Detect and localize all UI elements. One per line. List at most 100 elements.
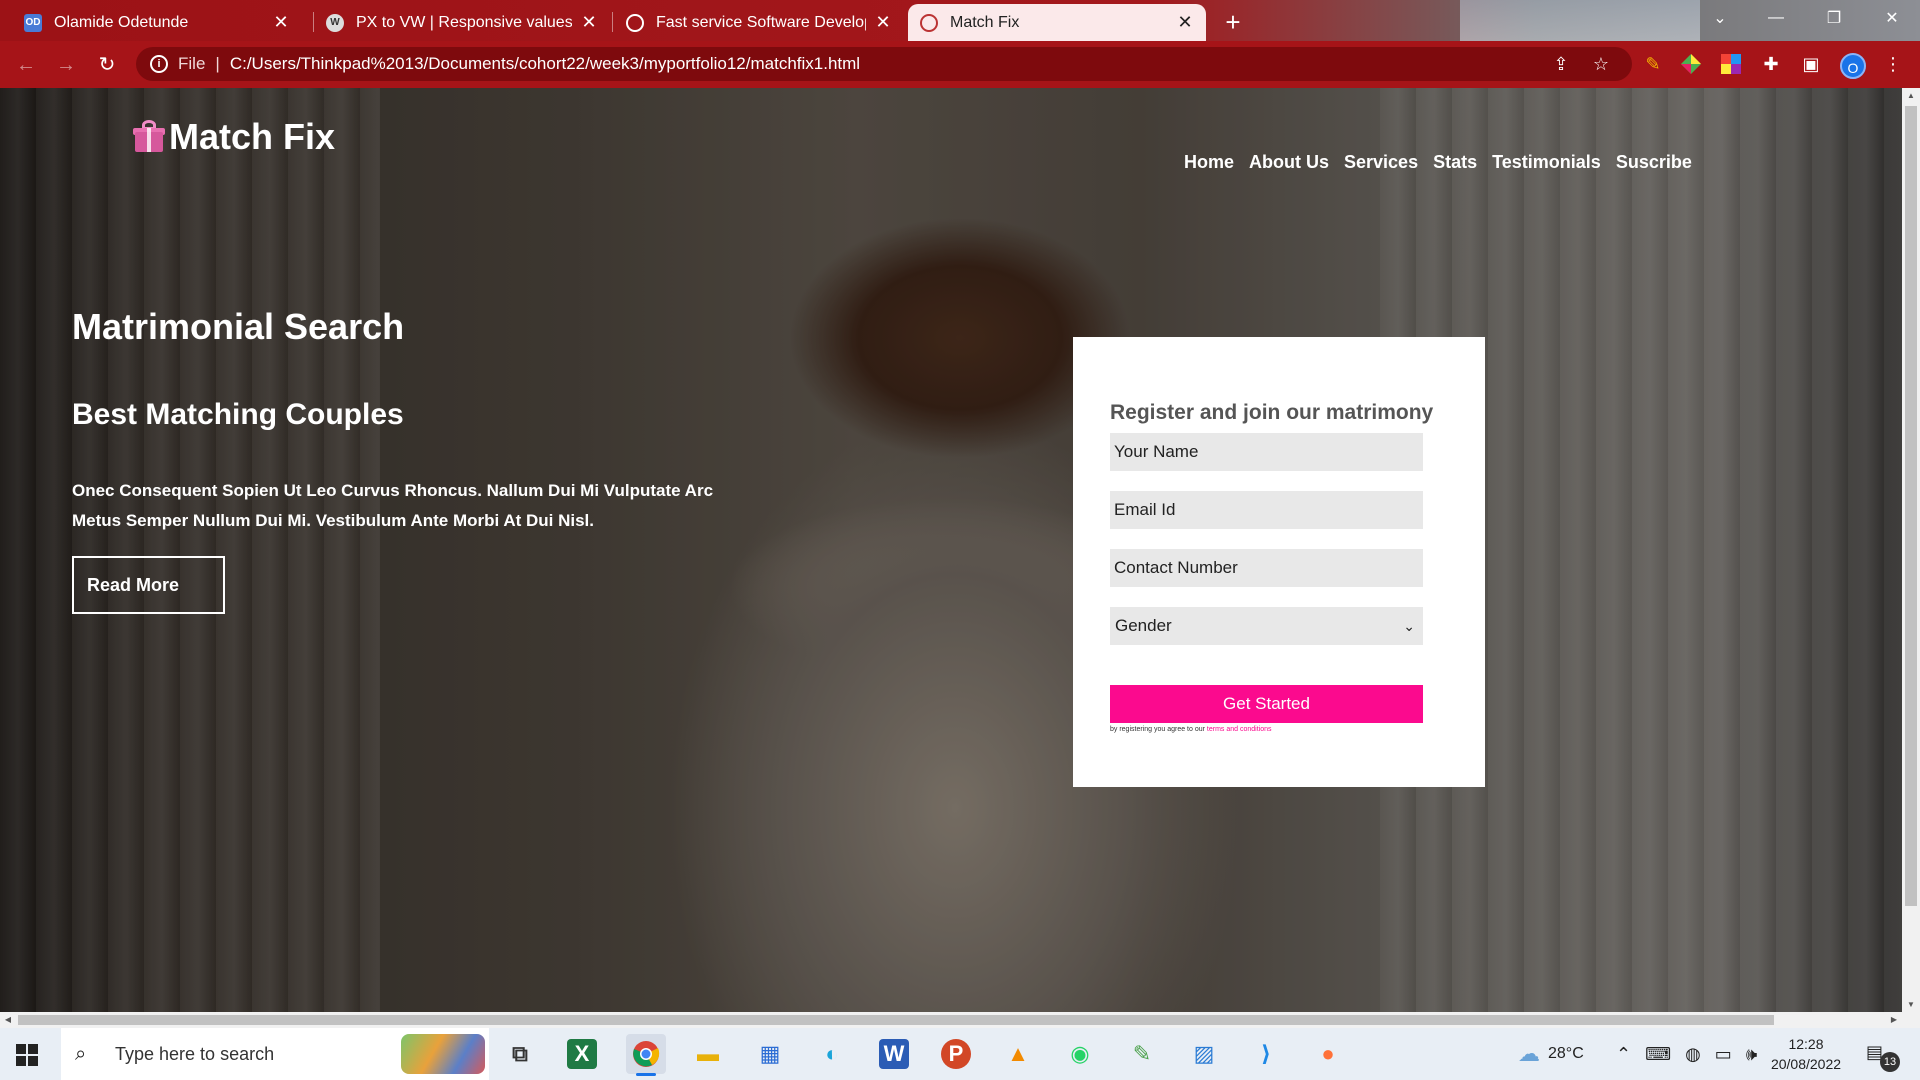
chrome-icon[interactable] — [626, 1034, 666, 1076]
tab-px-to-vw[interactable]: W PX to VW | Responsive values Co ✕ — [314, 4, 610, 41]
info-icon[interactable]: i — [150, 55, 168, 73]
horizontal-scroll-thumb[interactable] — [18, 1015, 1774, 1025]
taskbar-clock[interactable]: 12:28 20/08/2022 — [1756, 1034, 1856, 1074]
weather-widget[interactable]: ☁ 28°C — [1518, 1028, 1584, 1080]
network-globe-icon[interactable]: ◍ — [1685, 1044, 1701, 1065]
vlc-icon[interactable]: ▲ — [998, 1034, 1038, 1074]
whatsapp-icon[interactable]: ◉ — [1060, 1034, 1100, 1074]
registration-form: Register and join our matrimony Your Nam… — [1073, 337, 1485, 787]
extensions-puzzle-icon[interactable]: ✚ — [1758, 51, 1784, 77]
windows-start-icon[interactable] — [16, 1044, 38, 1066]
terms-notice: by registering you agree to our terms an… — [1110, 726, 1272, 733]
close-icon[interactable]: ✕ — [1176, 12, 1194, 33]
contact-number-field[interactable]: Contact Number — [1110, 549, 1423, 587]
nav-stats[interactable]: Stats — [1433, 152, 1477, 173]
clock-time: 12:28 — [1788, 1036, 1824, 1052]
chevron-down-icon: ⌄ — [1403, 617, 1415, 634]
notepad-icon[interactable]: ✎ — [1122, 1034, 1162, 1074]
scroll-right-arrow-icon[interactable]: ▶ — [1886, 1012, 1902, 1028]
file-explorer-icon[interactable]: ▬ — [688, 1034, 728, 1074]
restore-icon[interactable]: ❐ — [1806, 0, 1862, 36]
name-field[interactable]: Your Name — [1110, 433, 1423, 471]
chevron-up-icon[interactable]: ⌃ — [1616, 1044, 1631, 1065]
forward-arrow-icon[interactable]: → — [50, 49, 82, 81]
notification-count-badge: 13 — [1880, 1052, 1900, 1072]
nav-services[interactable]: Services — [1344, 152, 1418, 173]
tab-search-icon[interactable]: ⌄ — [1692, 0, 1748, 36]
nav-home[interactable]: Home — [1184, 152, 1234, 173]
taskbar-search[interactable]: ⌕ Type here to search — [61, 1028, 489, 1080]
globe-icon — [626, 13, 644, 32]
firefox-icon[interactable]: ● — [1308, 1034, 1348, 1074]
vertical-scroll-thumb[interactable] — [1905, 106, 1917, 906]
url-scheme: File — [178, 54, 206, 73]
scroll-up-arrow-icon[interactable]: ▲ — [1902, 88, 1920, 104]
scroll-left-arrow-icon[interactable]: ◀ — [0, 1012, 16, 1028]
gender-select-value: Gender — [1115, 616, 1172, 635]
hero-overlay — [0, 88, 1902, 1013]
close-icon[interactable]: ✕ — [272, 12, 290, 33]
tab-fast-service[interactable]: Fast service Software Developing ✕ — [614, 4, 904, 41]
get-started-button[interactable]: Get Started — [1110, 685, 1423, 723]
horizontal-scrollbar[interactable]: ◀ ▶ — [0, 1012, 1920, 1028]
url-text[interactable]: C:/Users/Thinkpad%2013/Documents/cohort2… — [230, 54, 860, 74]
main-nav: Home About Us Services Stats Testimonial… — [1184, 152, 1692, 173]
close-icon[interactable]: ✕ — [580, 12, 598, 33]
tab-divider — [612, 12, 613, 32]
terms-link[interactable]: terms and conditions — [1207, 726, 1272, 733]
tab-olamide[interactable]: OD Olamide Odetunde ✕ — [12, 4, 302, 41]
notification-center-icon[interactable]: ▤ 13 — [1866, 1042, 1900, 1072]
edge-icon[interactable]: ◐ — [812, 1034, 852, 1074]
task-view-icon[interactable]: ⧉ — [500, 1034, 540, 1074]
form-title: Register and join our matrimony — [1110, 401, 1434, 424]
word-icon[interactable]: W — [879, 1039, 909, 1069]
bookmark-star-icon[interactable]: ☆ — [1588, 51, 1614, 77]
wordpress-icon: W — [326, 13, 344, 32]
excel-icon[interactable]: X — [567, 1039, 597, 1069]
minimize-icon[interactable]: — — [1748, 0, 1804, 36]
terms-text: by registering you agree to our — [1110, 726, 1205, 733]
pen-extension-icon[interactable]: ✎ — [1640, 51, 1666, 77]
color-picker-extension-icon[interactable] — [1678, 51, 1704, 77]
powerpoint-icon[interactable]: P — [941, 1039, 971, 1069]
window-background — [1460, 0, 1700, 41]
tab-match-fix[interactable]: Match Fix ✕ — [908, 4, 1206, 41]
vertical-scrollbar[interactable]: ▲ ▼ — [1902, 88, 1920, 1013]
globe-icon — [920, 13, 938, 32]
read-more-button[interactable]: Read More — [72, 556, 225, 614]
menu-kebab-icon[interactable]: ⋮ — [1880, 51, 1906, 77]
share-icon[interactable]: ⇪ — [1548, 51, 1574, 77]
site-logo[interactable]: Match Fix — [133, 116, 335, 158]
reload-icon[interactable]: ↻ — [91, 49, 123, 81]
gender-select[interactable]: Gender ⌄ — [1110, 607, 1423, 645]
profile-avatar[interactable]: O — [1840, 53, 1866, 79]
cloud-rain-icon: ☁ — [1518, 1041, 1540, 1066]
hero-body: Onec Consequent Sopien Ut Leo Curvus Rho… — [72, 481, 714, 530]
vscode-icon[interactable]: ⟩ — [1246, 1034, 1286, 1074]
nav-testimonials[interactable]: Testimonials — [1492, 152, 1601, 173]
logo-text: Match Fix — [169, 116, 336, 157]
scroll-down-arrow-icon[interactable]: ▼ — [1902, 997, 1920, 1013]
od-favicon-icon: OD — [24, 13, 42, 32]
photos-icon[interactable]: ▨ — [1184, 1034, 1224, 1074]
search-highlight-image — [401, 1034, 485, 1074]
email-field[interactable]: Email Id — [1110, 491, 1423, 529]
hero-title: Matrimonial Search — [72, 306, 405, 347]
clock-date: 20/08/2022 — [1770, 1056, 1842, 1072]
back-arrow-icon[interactable]: ← — [10, 49, 42, 81]
system-tray: ⌃ ⌨ ◍ ▭ 🕪 — [1616, 1028, 1757, 1080]
battery-icon[interactable]: ▭ — [1715, 1044, 1732, 1065]
address-bar[interactable]: i File | C:/Users/Thinkpad%2013/Document… — [136, 47, 1632, 81]
palette-extension-icon[interactable] — [1718, 51, 1744, 77]
meet-now-icon[interactable]: ⌨ — [1645, 1044, 1671, 1065]
page-viewport: Match Fix Home About Us Services Stats T… — [0, 88, 1902, 1013]
window-close-icon[interactable]: ✕ — [1864, 0, 1920, 36]
close-icon[interactable]: ✕ — [874, 12, 892, 33]
nav-about-us[interactable]: About Us — [1249, 152, 1329, 173]
taskbar-search-placeholder: Type here to search — [115, 1043, 275, 1064]
new-tab-button[interactable]: + — [1217, 6, 1249, 38]
microsoft-store-icon[interactable]: ▦ — [750, 1034, 790, 1074]
side-panel-icon[interactable]: ▣ — [1798, 51, 1824, 77]
gift-icon — [133, 120, 165, 154]
nav-subscribe[interactable]: Suscribe — [1616, 152, 1692, 173]
